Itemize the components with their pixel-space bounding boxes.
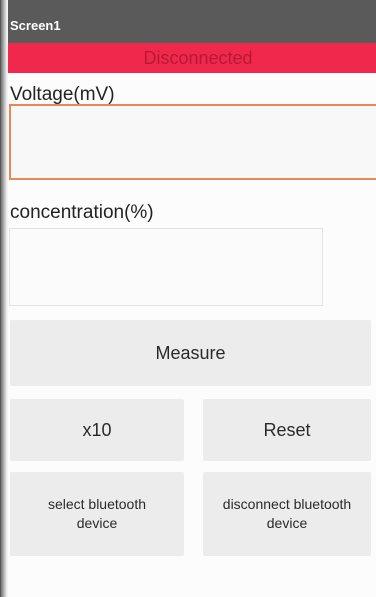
voltage-label: Voltage(mV) [10, 84, 115, 105]
device-edge [0, 0, 8, 597]
voltage-input[interactable] [9, 104, 376, 180]
select-bluetooth-device-button[interactable]: select bluetooth device [10, 472, 184, 556]
title-bar: Screen1 [0, 0, 376, 43]
connection-status-banner: Disconnected [0, 43, 376, 73]
concentration-input[interactable] [9, 228, 323, 306]
x10-button[interactable]: x10 [10, 399, 184, 461]
screen-title: Screen1 [10, 18, 61, 33]
reset-button[interactable]: Reset [203, 399, 371, 461]
disconnect-bluetooth-device-button[interactable]: disconnect bluetooth device [203, 472, 371, 556]
concentration-label: concentration(%) [10, 202, 154, 223]
measure-button[interactable]: Measure [10, 320, 371, 386]
app-screen: Screen1 Disconnected Voltage(mV) concent… [0, 0, 376, 597]
